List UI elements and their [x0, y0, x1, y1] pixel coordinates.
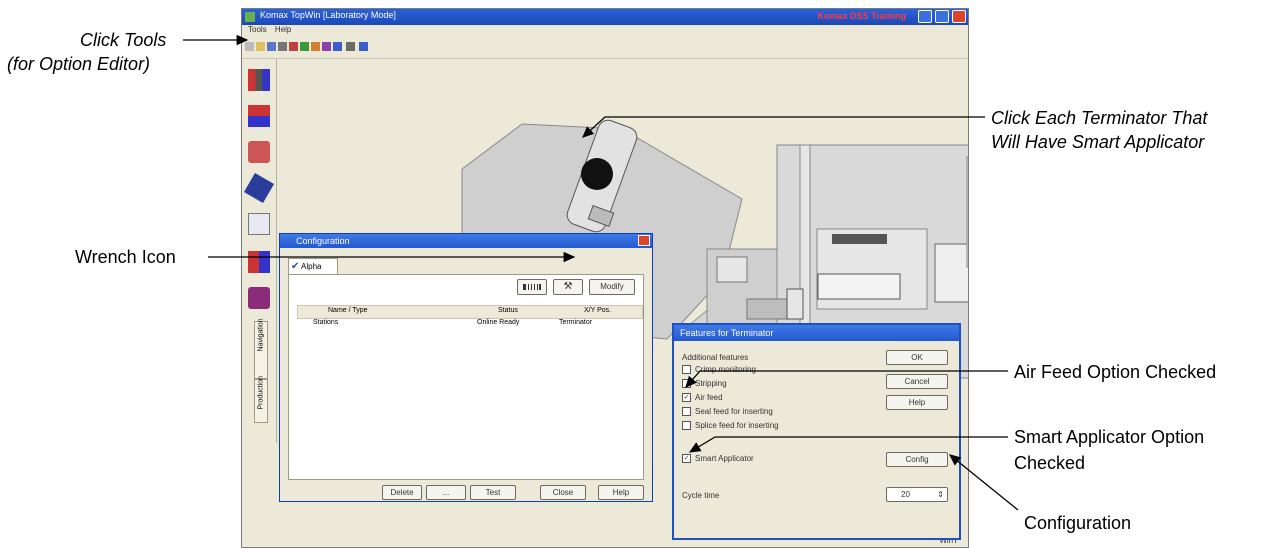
smart-applicator-annotation-line2: Checked	[1014, 453, 1086, 473]
cancel-button[interactable]: Cancel	[886, 374, 948, 389]
configuration-annotation: Configuration	[1024, 513, 1132, 533]
tab-alpha[interactable]: ✔ Alpha	[288, 258, 338, 274]
new-icon[interactable]	[245, 42, 254, 51]
vertical-tab-1[interactable]: Navigation	[254, 318, 268, 379]
grid-icon[interactable]	[322, 42, 331, 51]
sidebar: Navigation Production	[242, 59, 277, 443]
terminal-icon[interactable]	[248, 141, 270, 163]
menu-bar: Tools Help	[242, 25, 968, 36]
configuration-title: Configuration	[296, 236, 350, 246]
option-label: Smart Applicator	[695, 454, 754, 463]
click-terminator-annotation-line1: Click Each Terminator That	[991, 108, 1208, 128]
cycle-time-value: 20	[901, 490, 910, 499]
row-pos-cell: Terminator	[559, 319, 593, 326]
wrench-button[interactable]: ⚒	[553, 279, 583, 295]
ok-button[interactable]: OK	[886, 350, 948, 365]
copy-icon[interactable]	[300, 42, 309, 51]
checkbox-splice-feed[interactable]	[682, 421, 691, 431]
test-button[interactable]: Test	[470, 485, 516, 500]
list-view-button[interactable]	[517, 279, 547, 295]
checkbox-crimp-monitoring[interactable]	[682, 365, 691, 375]
close-button[interactable]	[952, 10, 966, 23]
print-icon[interactable]	[278, 42, 287, 51]
wire-icon[interactable]	[248, 69, 270, 91]
cycle-time-label: Cycle time	[682, 491, 720, 500]
click-tools-annotation: Click Tools	[80, 30, 167, 50]
checkbox-air-feed[interactable]: ✓	[682, 393, 691, 403]
zoom-icon[interactable]	[333, 42, 342, 51]
spinner-arrows-icon[interactable]: ⇕	[937, 488, 944, 501]
features-title-bar[interactable]: Features for Terminator	[674, 325, 959, 341]
option-label: Seal feed for inserting	[695, 407, 773, 416]
app-icon	[245, 12, 255, 22]
toolbar	[242, 36, 968, 59]
modify-button[interactable]: Modify	[589, 279, 635, 295]
features-title: Features for Terminator	[680, 328, 774, 338]
checkbox-smart-applicator[interactable]: ✓	[682, 454, 691, 464]
configuration-close-button[interactable]	[638, 235, 650, 246]
cut-icon[interactable]	[289, 42, 298, 51]
click-terminator-annotation-line2: Will Have Smart Applicator	[991, 132, 1205, 152]
option-editor-annotation: (for Option Editor)	[7, 54, 151, 74]
column-header-row: Name / Type Status X/Y Pos.	[297, 305, 643, 319]
save-icon[interactable]	[267, 42, 276, 51]
tab-alpha-label: Alpha	[301, 262, 322, 271]
option-label: Crimp monitoring	[695, 365, 756, 374]
configuration-dialog: Configuration ✔ Alpha ⚒ Modify Name / Ty…	[279, 233, 653, 502]
maximize-button[interactable]	[935, 10, 949, 23]
window-title: Komax TopWin [Laboratory Mode]	[260, 10, 396, 20]
wrench-icon: ⚒	[563, 281, 573, 292]
wrench-icon-annotation: Wrench Icon	[75, 247, 176, 267]
title-bar[interactable]: Komax TopWin [Laboratory Mode] Komax DSS…	[242, 9, 968, 25]
smart-applicator-annotation-line1: Smart Applicator Option	[1014, 427, 1205, 447]
delete-button[interactable]: Delete	[382, 485, 422, 500]
configuration-title-bar[interactable]: Configuration	[280, 234, 652, 248]
cycle-time-spinner[interactable]: 20 ⇕	[886, 487, 948, 502]
option-label: Stripping	[695, 379, 727, 388]
table-row[interactable]: Stations Online Ready Terminator	[297, 319, 641, 329]
option-splice-feed[interactable]: Splice feed for inserting	[682, 421, 779, 431]
row-name-cell: Stations	[313, 319, 339, 326]
checkbox-seal-feed[interactable]	[682, 407, 691, 417]
air-feed-annotation: Air Feed Option Checked	[1014, 362, 1217, 382]
settings-icon[interactable]	[346, 42, 355, 51]
features-help-button[interactable]: Help	[886, 395, 948, 410]
option-label: Splice feed for inserting	[695, 421, 779, 430]
brand-label: Komax DSS Training	[817, 11, 906, 21]
tools-icon[interactable]	[248, 251, 270, 273]
col-name-header[interactable]: Name / Type	[328, 307, 368, 314]
menu-tools[interactable]: Tools	[248, 25, 267, 34]
help-button[interactable]: Help	[598, 485, 644, 500]
more-button[interactable]: ...	[426, 485, 466, 500]
chart-icon[interactable]	[248, 213, 270, 235]
menu-help[interactable]: Help	[275, 25, 291, 34]
option-air-feed[interactable]: ✓ Air feed	[682, 393, 723, 403]
check-icon: ✔	[291, 261, 300, 272]
option-stripping[interactable]: Stripping	[682, 379, 727, 389]
help-icon[interactable]	[359, 42, 368, 51]
book-icon[interactable]	[248, 287, 270, 309]
option-label: Air feed	[695, 393, 723, 402]
col-pos-header[interactable]: X/Y Pos.	[584, 307, 611, 314]
open-icon[interactable]	[256, 42, 265, 51]
vertical-tab-2[interactable]: Production	[254, 376, 268, 423]
seal-icon[interactable]	[243, 172, 275, 204]
option-seal-feed[interactable]: Seal feed for inserting	[682, 407, 773, 417]
row-status-cell: Online Ready	[477, 319, 520, 326]
minimize-button[interactable]	[918, 10, 932, 23]
close-dialog-button[interactable]: Close	[540, 485, 586, 500]
config-button[interactable]: Config	[886, 452, 948, 467]
option-smart-applicator[interactable]: ✓ Smart Applicator	[682, 454, 754, 464]
configuration-panel: ⚒ Modify Name / Type Status X/Y Pos. Sta…	[288, 274, 644, 480]
features-section-label: Additional features	[682, 353, 749, 362]
features-dialog: Features for Terminator Additional featu…	[672, 323, 961, 540]
paste-icon[interactable]	[311, 42, 320, 51]
checkbox-stripping[interactable]	[682, 379, 691, 389]
option-crimp-monitoring[interactable]: Crimp monitoring	[682, 365, 756, 375]
article-icon[interactable]	[248, 105, 270, 127]
col-status-header[interactable]: Status	[498, 307, 518, 314]
